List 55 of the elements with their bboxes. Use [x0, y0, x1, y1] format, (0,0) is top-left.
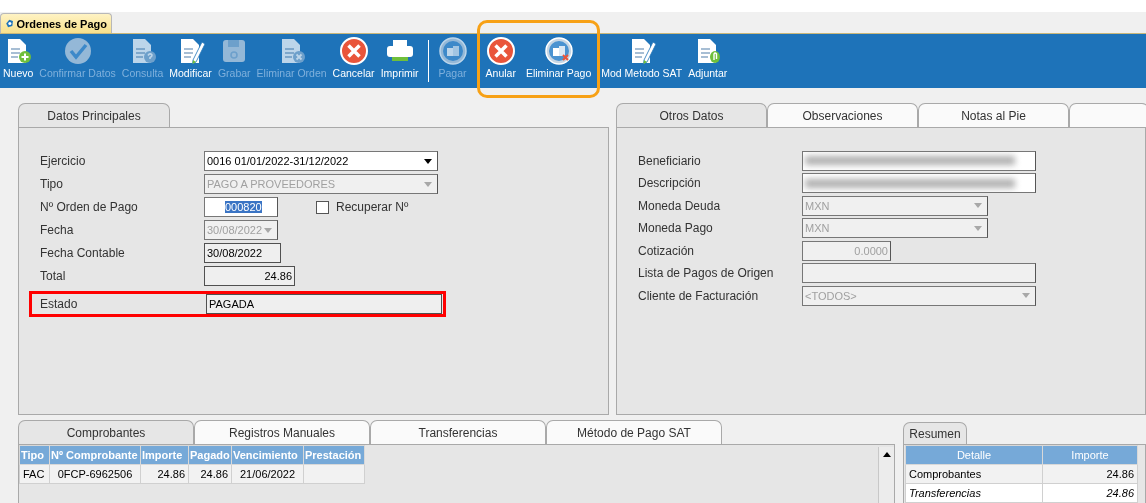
input-field[interactable]: 24.86: [204, 266, 295, 286]
dropdown-arrow-icon: [1022, 293, 1030, 299]
tab[interactable]: Comprobantes: [18, 420, 194, 444]
dropdown[interactable]: 0016 01/01/2022-31/12/2022: [204, 151, 438, 171]
field-label: Nº Orden de Pago: [40, 200, 139, 214]
tab[interactable]: Método de Pago SAT: [546, 420, 722, 444]
field-label: Total: [40, 269, 67, 283]
field-label: Lista de Pagos de Origen: [638, 266, 775, 281]
toolbar-button[interactable]: Nuevo: [0, 34, 37, 88]
input-field[interactable]: 30/08/2022: [204, 243, 281, 263]
tab[interactable]: Otros Datos: [616, 103, 767, 127]
dropdown-arrow-icon: [974, 225, 982, 231]
field-label: Fecha Contable: [40, 246, 126, 260]
field-label: Fecha: [40, 223, 75, 237]
checkmark-icon: [62, 36, 93, 66]
input-field[interactable]: [802, 173, 1036, 194]
cancel-icon: [338, 36, 369, 66]
toolbar-button[interactable]: Eliminar Pago: [522, 34, 595, 88]
field-label: Ejercicio: [40, 154, 87, 168]
tab[interactable]: Transferencias: [370, 420, 546, 444]
tab[interactable]: Resumen: [903, 422, 967, 444]
field-label: Moneda Deuda: [638, 198, 722, 213]
dropdown-arrow-icon: [264, 227, 272, 233]
toolbar-button[interactable]: Imprimir: [377, 34, 422, 88]
dropdown-arrow-icon: [974, 203, 982, 209]
input-field[interactable]: 000820: [204, 197, 278, 217]
tab[interactable]: Observaciones: [767, 103, 918, 127]
field-label: Cliente de Facturación: [638, 288, 760, 303]
checkbox[interactable]: [316, 200, 329, 214]
logo-icon: [5, 17, 14, 30]
dropdown-arrow-icon: [424, 181, 432, 187]
toolbar-button[interactable]: Adjuntar: [685, 34, 731, 88]
field-label: Estado: [40, 297, 79, 311]
toolbar-button[interactable]: Anular: [482, 34, 519, 88]
tab[interactable]: Registros Manuales: [194, 420, 370, 444]
coins-x-icon: [543, 36, 574, 66]
field-label: Beneficiario: [638, 153, 702, 168]
scrollbar[interactable]: [878, 447, 894, 503]
coins-icon: [437, 36, 468, 66]
input-field[interactable]: [802, 150, 1036, 171]
dropdown-arrow-icon: [424, 158, 432, 164]
toolbar-button[interactable]: Cancelar: [329, 34, 378, 88]
tab[interactable]: Datos Principales: [18, 103, 170, 127]
tab[interactable]: [1069, 103, 1146, 127]
field-label: Descripción: [638, 176, 702, 191]
toolbar-button[interactable]: Modificar: [166, 34, 215, 88]
checkbox-label: Recuperar Nº: [336, 200, 409, 214]
tab[interactable]: Notas al Pie: [918, 103, 1069, 127]
input-field[interactable]: PAGADA: [206, 294, 442, 314]
app-tab[interactable]: Ordenes de Pago: [0, 13, 112, 33]
field-label: Moneda Pago: [638, 221, 714, 236]
toolbar-button[interactable]: Mod Metodo SAT: [598, 34, 686, 88]
cancel-icon: [485, 36, 516, 66]
field-label: Tipo: [40, 177, 64, 191]
field-label: Cotización: [638, 243, 696, 258]
